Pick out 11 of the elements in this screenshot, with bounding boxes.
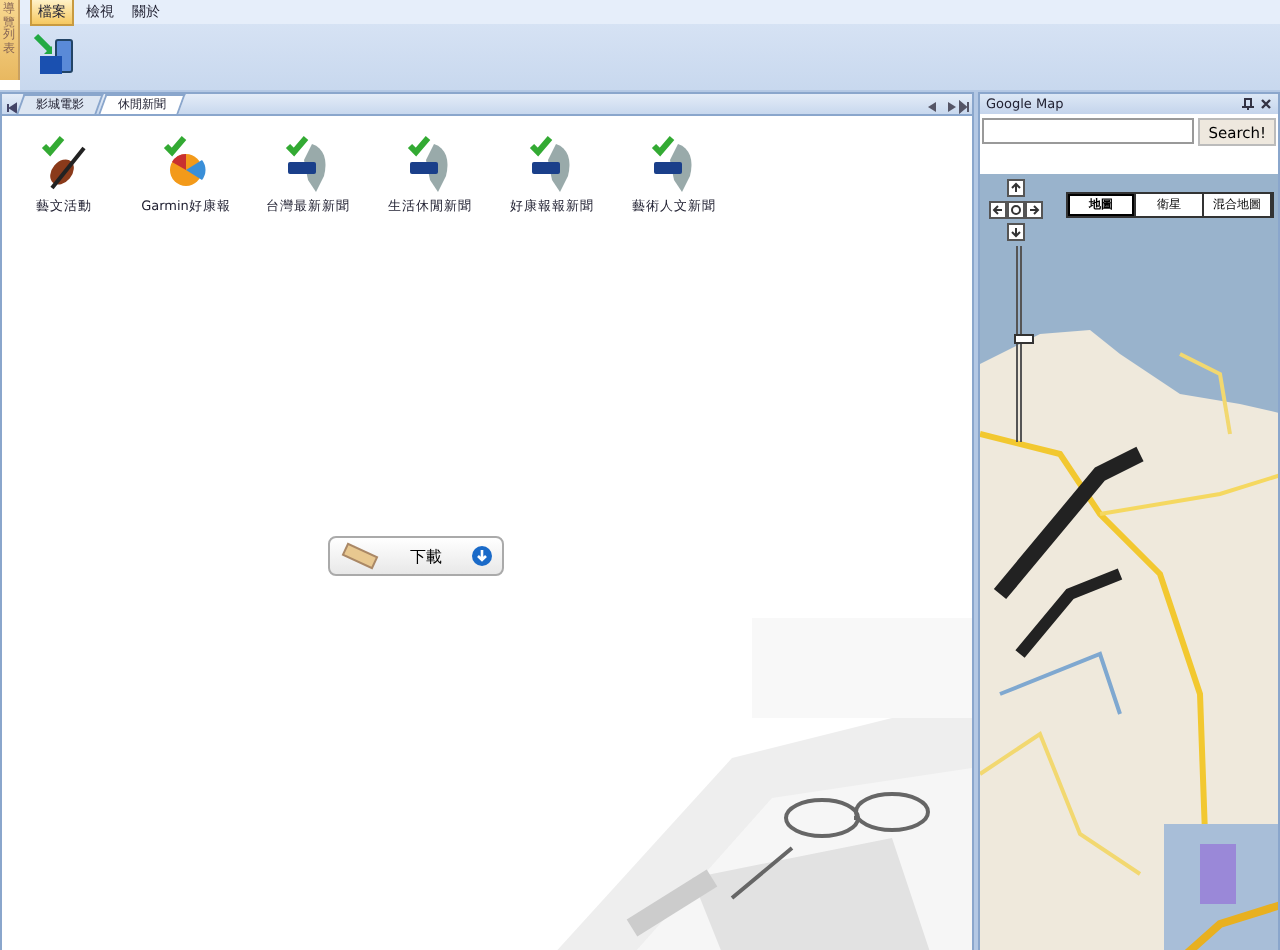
zoom-thumb[interactable] [1014,333,1034,343]
download-button[interactable]: 下載 [328,536,504,576]
close-icon[interactable] [1260,98,1272,110]
download-icon [472,546,492,566]
tab-scroll-icon [924,100,972,114]
sync-icon [32,32,76,76]
pin-icon[interactable] [1242,98,1254,110]
zoom-slider[interactable] [1016,246,1028,442]
package-icon [340,542,380,570]
search-field[interactable] [982,118,1195,144]
first-tab-icon [6,102,18,114]
